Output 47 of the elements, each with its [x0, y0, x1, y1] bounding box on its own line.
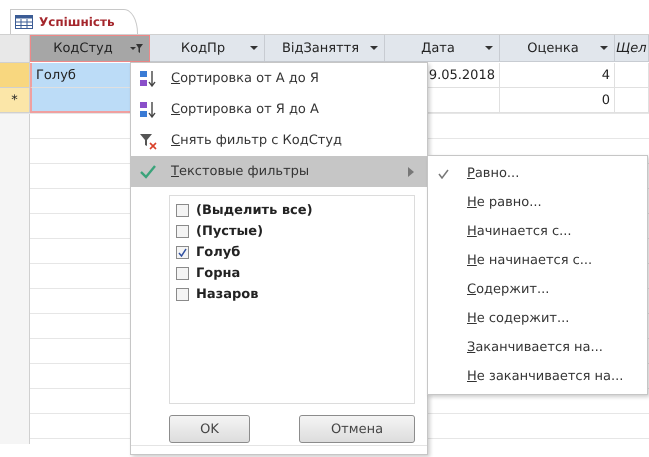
empty-table-cell [615, 63, 649, 88]
menu-item[interactable]: Начинается с... [428, 217, 647, 246]
sort-ascending-icon [139, 70, 157, 88]
dropdown-arrow-icon[interactable] [250, 46, 258, 50]
column-header[interactable]: ВідЗаняття [265, 35, 385, 62]
checkbox-label[interactable]: Назаров [196, 287, 258, 302]
column-header[interactable]: Дата [385, 35, 500, 62]
record-selector[interactable]: * [0, 88, 30, 113]
check-icon [438, 168, 449, 178]
menu-item[interactable]: Равно... [428, 159, 647, 188]
dropdown-arrow-icon[interactable] [485, 46, 493, 50]
menu-item[interactable]: Не равно... [428, 188, 647, 217]
menu-item[interactable]: Сортировка от Я до А [131, 94, 427, 125]
menu-item[interactable]: Не начинается с... [428, 246, 647, 275]
table-tab[interactable]: Успішність [10, 9, 138, 34]
cancel-button[interactable]: Отмена [299, 415, 415, 443]
column-header[interactable]: Щел [615, 35, 649, 62]
menu-item[interactable]: Текстовые фильтры [131, 156, 427, 187]
clear-filter-icon [139, 132, 157, 150]
checkbox-label[interactable]: (Выделить все) [196, 203, 313, 218]
dropdown-arrow-icon[interactable] [370, 46, 378, 50]
column-header[interactable]: Оценка [500, 35, 615, 62]
filter-dropdown-icon[interactable] [129, 42, 143, 54]
checkbox-label[interactable]: Горна [196, 266, 240, 281]
menu-item[interactable]: Не заканчивается на... [428, 362, 647, 391]
column-header[interactable]: КодПр [150, 35, 265, 62]
checkbox-label[interactable]: Голуб [196, 245, 240, 260]
checkbox[interactable] [176, 267, 189, 280]
check-icon [139, 162, 157, 180]
checkbox[interactable] [176, 288, 189, 301]
checkbox[interactable] [176, 225, 189, 238]
checkbox[interactable] [176, 246, 189, 259]
submenu-arrow-icon [407, 166, 415, 176]
dropdown-arrow-icon[interactable] [600, 46, 608, 50]
ok-button[interactable]: OK [169, 415, 250, 443]
menu-item[interactable]: Не содержит... [428, 304, 647, 333]
table-cell: 4 [500, 63, 615, 88]
menu-item[interactable]: Заканчивается на... [428, 333, 647, 362]
column-header[interactable]: КодСтуд [30, 35, 150, 62]
checkbox-label[interactable]: (Пустые) [196, 224, 264, 239]
table-cell: 0 [500, 88, 615, 113]
table-icon [15, 15, 33, 29]
sort-descending-icon [139, 100, 157, 118]
menu-item[interactable]: Снять фильтр с КодСтуд [131, 125, 427, 156]
menu-item[interactable]: Содержит... [428, 275, 647, 304]
checkbox[interactable] [176, 204, 189, 217]
empty-table-cell [615, 88, 649, 113]
